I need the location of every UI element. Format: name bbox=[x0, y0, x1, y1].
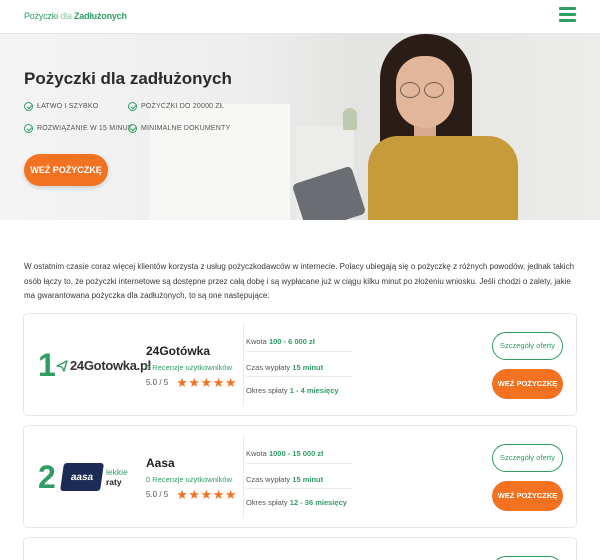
divider bbox=[246, 351, 352, 352]
divider bbox=[246, 488, 352, 489]
divider bbox=[243, 436, 244, 518]
lender-logo-tagline-1: lekkie bbox=[106, 467, 128, 477]
loan-amount: Kwota 1000 - 15 000 zł bbox=[246, 449, 323, 458]
loan-amount-value: 100 - 6 000 zł bbox=[268, 337, 315, 346]
repayment-term-label: Okres spłaty bbox=[246, 386, 288, 395]
payout-time-label: Czas wypłaty bbox=[246, 475, 291, 484]
feature-label: ŁATWO I SZYBKO bbox=[37, 103, 99, 110]
lender-logo-text: 24Gotowka.pl bbox=[70, 358, 151, 373]
lender-logo-tagline: lekkie raty bbox=[106, 467, 128, 487]
user-reviews-link[interactable]: 0 Recenzje użytkowników bbox=[146, 475, 232, 484]
offer-details-button[interactable] bbox=[492, 556, 563, 560]
hero-cta-button[interactable]: WEŹ POŻYCZKĘ bbox=[24, 154, 108, 186]
repayment-term-value: 12 - 36 miesięcy bbox=[289, 498, 347, 507]
repayment-term: Okres spłaty 12 - 36 miesięcy bbox=[246, 498, 347, 507]
star-icon: ★★★★★ bbox=[176, 487, 238, 502]
offer-card bbox=[23, 537, 577, 560]
offer-details-button[interactable]: Szczegóły oferty bbox=[492, 444, 563, 472]
divider bbox=[246, 463, 352, 464]
logo-word-1: Pożyczki bbox=[24, 11, 58, 21]
hero-banner: Pożyczki dla zadłużonych ŁATWO I SZYBKO … bbox=[0, 34, 600, 220]
hero-title: Pożyczki dla zadłużonych bbox=[24, 69, 232, 88]
loan-amount-label: Kwota bbox=[246, 449, 267, 458]
loan-amount-value: 1000 - 15 000 zł bbox=[268, 449, 324, 458]
feature-item: ROZWIĄZANIE W 15 MINUT bbox=[24, 124, 132, 133]
hero-photo-woman bbox=[291, 34, 528, 220]
feature-label: MINIMALNE DOKUMENTY bbox=[141, 125, 231, 132]
rating-value: 5.0 / 5 bbox=[146, 378, 169, 387]
logo-word-2: dla bbox=[60, 11, 72, 21]
user-reviews-link[interactable]: 0 Recenzje użytkowników bbox=[146, 363, 232, 372]
check-circle-icon bbox=[24, 102, 33, 111]
background-plant bbox=[343, 108, 357, 130]
payout-time-value: 15 minut bbox=[292, 475, 324, 484]
offer-card: 1 24Gotowka.pl 24Gotówka 0 Recenzje użyt… bbox=[23, 313, 577, 416]
rating: 5.0 / 5 ★★★★★ bbox=[146, 375, 238, 390]
take-loan-button[interactable]: WEŹ POŻYCZKĘ bbox=[492, 369, 563, 399]
lender-name: Aasa bbox=[146, 456, 175, 470]
lender-logo[interactable]: aasa lekkie raty bbox=[60, 463, 128, 491]
logo-word-3: Zadłużonych bbox=[73, 11, 127, 21]
loan-amount: Kwota 100 - 6 000 zł bbox=[246, 337, 315, 346]
check-circle-icon bbox=[128, 102, 137, 111]
site-header: Pożyczki dla Zadłużonych bbox=[0, 0, 600, 34]
payout-time: Czas wypłaty 15 minut bbox=[246, 363, 323, 372]
check-circle-icon bbox=[24, 124, 33, 133]
loan-amount-label: Kwota bbox=[246, 337, 267, 346]
check-circle-icon bbox=[128, 124, 137, 133]
hamburger-icon[interactable] bbox=[559, 7, 576, 24]
feature-item: MINIMALNE DOKUMENTY bbox=[128, 124, 230, 133]
feature-label: POŻYCZKI DO 20000 ZŁ bbox=[141, 103, 224, 110]
repayment-term-value: 1 - 4 miesięcy bbox=[289, 386, 339, 395]
lender-logo[interactable]: 24Gotowka.pl bbox=[56, 358, 151, 373]
repayment-term: Okres spłaty 1 - 4 miesięcy bbox=[246, 386, 339, 395]
feature-item: POŻYCZKI DO 20000 ZŁ bbox=[128, 102, 224, 111]
offer-rank: 2 bbox=[38, 459, 56, 495]
intro-paragraph: W ostatnim czasie coraz więcej klientów … bbox=[24, 262, 575, 300]
site-logo[interactable]: Pożyczki dla Zadłużonych bbox=[24, 11, 127, 21]
payout-time-label: Czas wypłaty bbox=[246, 363, 291, 372]
offer-details-button[interactable]: Szczegóły oferty bbox=[492, 332, 563, 360]
offer-rank: 1 bbox=[38, 347, 56, 383]
lender-name: 24Gotówka bbox=[146, 344, 211, 358]
send-arrow-icon bbox=[56, 359, 68, 372]
divider bbox=[243, 324, 244, 406]
star-icon: ★★★★★ bbox=[176, 375, 238, 390]
payout-time: Czas wypłaty 15 minut bbox=[246, 475, 323, 484]
feature-label: ROZWIĄZANIE W 15 MINUT bbox=[37, 125, 133, 132]
repayment-term-label: Okres spłaty bbox=[246, 498, 288, 507]
offer-card: 2 aasa lekkie raty Aasa 0 Recenzje użytk… bbox=[23, 425, 577, 528]
rating: 5.0 / 5 ★★★★★ bbox=[146, 487, 238, 502]
take-loan-button[interactable]: WEŹ POŻYCZKĘ bbox=[492, 481, 563, 511]
feature-item: ŁATWO I SZYBKO bbox=[24, 102, 98, 111]
background-shelf bbox=[150, 104, 290, 220]
lender-logo-box: aasa bbox=[60, 463, 104, 491]
payout-time-value: 15 minut bbox=[292, 363, 324, 372]
rating-value: 5.0 / 5 bbox=[146, 490, 169, 499]
divider bbox=[246, 376, 352, 377]
lender-logo-tagline-2: raty bbox=[106, 477, 122, 487]
